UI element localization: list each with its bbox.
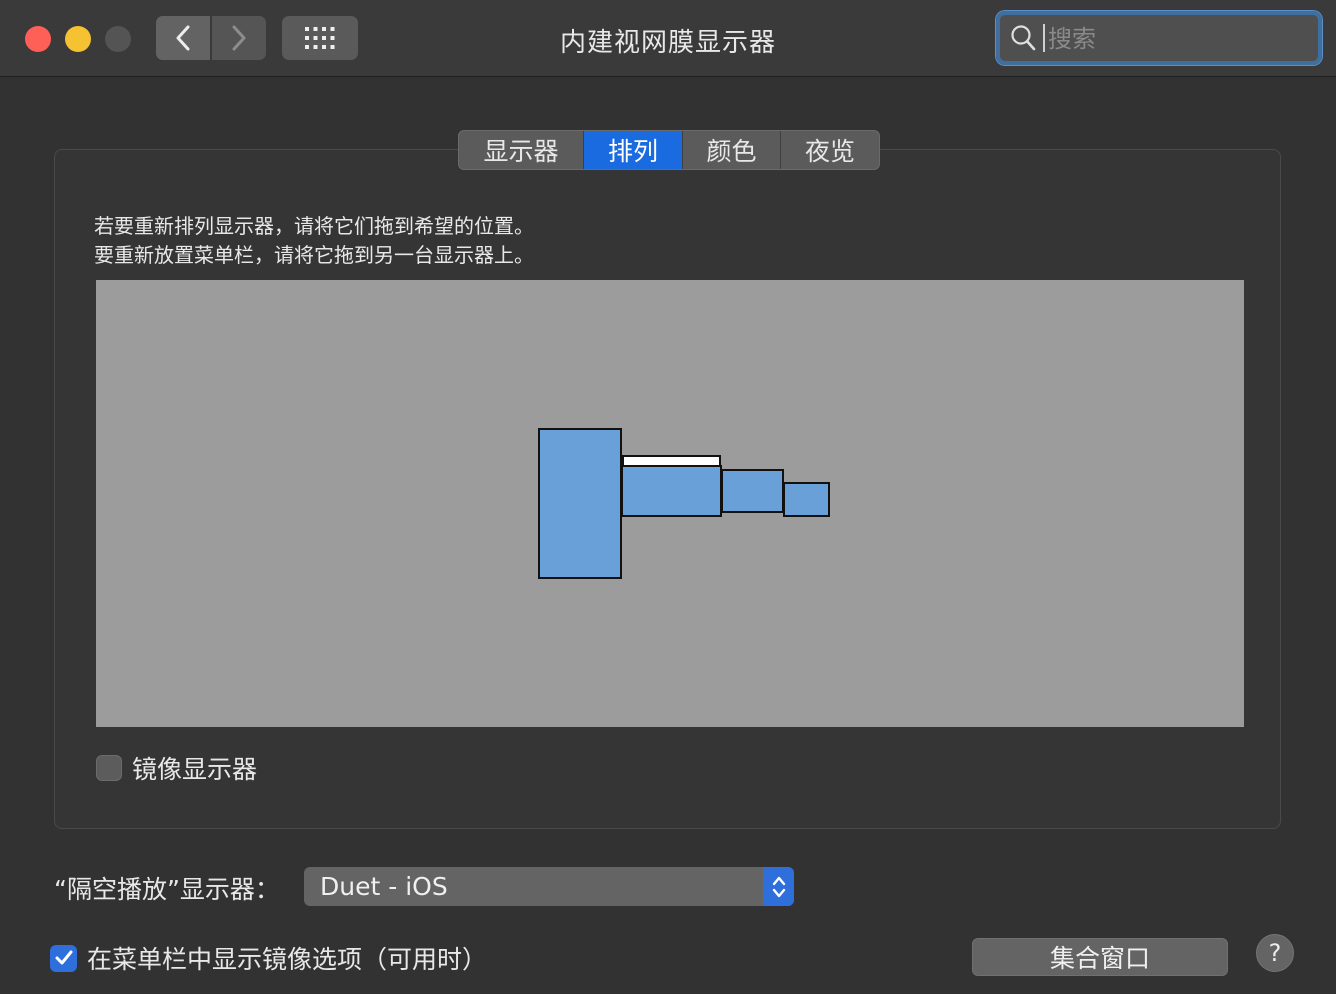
- tab-displays[interactable]: 显示器: [459, 131, 584, 169]
- tab-arrangement[interactable]: 排列: [584, 131, 683, 169]
- tab-bar: 显示器 排列 颜色 夜览: [458, 130, 880, 170]
- display-tile[interactable]: [538, 428, 622, 579]
- menu-bar-indicator[interactable]: [622, 455, 721, 467]
- text-cursor: [1043, 24, 1045, 52]
- instruction-line: 若要重新排列显示器，请将它们拖到希望的位置。: [94, 214, 534, 238]
- gather-windows-button[interactable]: 集合窗口: [972, 938, 1228, 976]
- display-tile[interactable]: [783, 482, 830, 517]
- display-tile[interactable]: [721, 469, 784, 513]
- search-icon: [1011, 25, 1036, 51]
- mirror-displays-option[interactable]: 镜像显示器: [96, 750, 257, 786]
- display-tile-main[interactable]: [621, 465, 722, 517]
- instruction-line: 要重新放置菜单栏，请将它拖到另一台显示器上。: [94, 243, 534, 267]
- show-mirroring-options-checkbox[interactable]: [50, 944, 77, 972]
- airplay-display-label: “隔空播放”显示器：: [54, 875, 280, 904]
- arrangement-instructions: 若要重新排列显示器，请将它们拖到希望的位置。 要重新放置菜单栏，请将它拖到另一台…: [94, 212, 534, 270]
- popup-arrows: [763, 867, 794, 906]
- checkmark-icon: [55, 950, 72, 965]
- show-mirroring-options-option[interactable]: 在菜单栏中显示镜像选项（可用时）: [50, 940, 487, 976]
- search-field[interactable]: [996, 11, 1322, 65]
- airplay-display-value: Duet - iOS: [320, 872, 448, 901]
- mirror-displays-checkbox[interactable]: [96, 755, 122, 781]
- help-button[interactable]: ?: [1256, 934, 1294, 972]
- mirror-displays-label: 镜像显示器: [132, 755, 258, 784]
- search-input[interactable]: [1046, 21, 1310, 57]
- airplay-display-select[interactable]: Duet - iOS: [304, 867, 794, 906]
- tab-color[interactable]: 颜色: [683, 131, 781, 169]
- tab-night-shift[interactable]: 夜览: [781, 131, 879, 169]
- up-down-chevron-icon: [772, 876, 785, 897]
- title-bar: 内建视网膜显示器: [0, 0, 1336, 77]
- show-mirroring-options-label: 在菜单栏中显示镜像选项（可用时）: [87, 945, 488, 974]
